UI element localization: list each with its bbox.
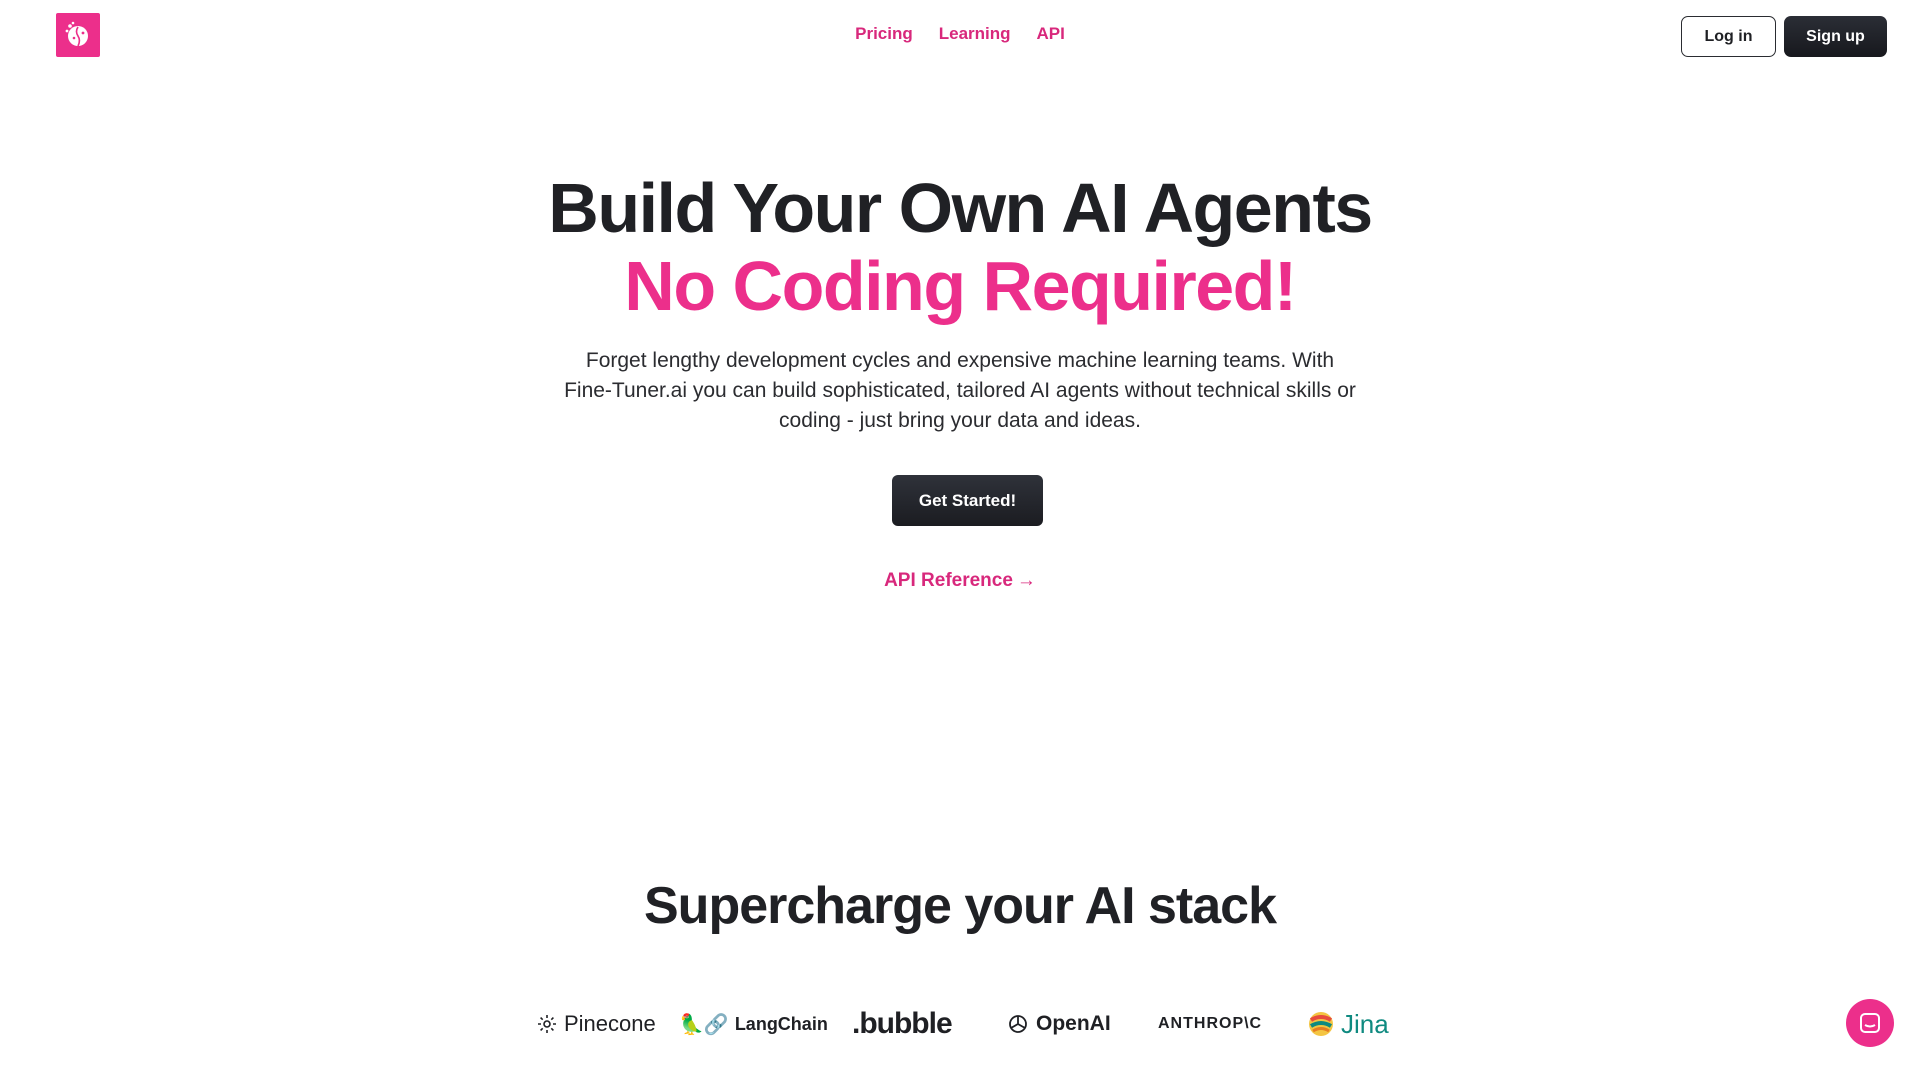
chat-icon — [1860, 1013, 1880, 1033]
signup-button[interactable]: Sign up — [1784, 16, 1887, 57]
openai-icon — [1009, 1015, 1027, 1033]
brand-name: Jina — [1341, 1008, 1389, 1039]
brand-openai: OpenAI — [1006, 1009, 1111, 1039]
brand-anthropic: ANTHROP\C — [1158, 1009, 1262, 1039]
hero-subtitle: No Coding Required! — [624, 247, 1297, 325]
arrow-right-icon: → — [1016, 570, 1036, 591]
brand-name: Pinecone — [564, 1011, 656, 1036]
nav-links: Pricing Learning API — [0, 24, 1920, 44]
api-reference-label: API Reference — [884, 570, 1013, 591]
jina-icon — [1309, 1012, 1333, 1036]
brand-pinecone: Pinecone — [536, 1009, 656, 1039]
nav-link-pricing[interactable]: Pricing — [855, 24, 913, 44]
nav-link-learning[interactable]: Learning — [939, 24, 1011, 44]
langchain-icon: 🦜🔗 — [679, 1013, 729, 1036]
login-button[interactable]: Log in — [1681, 16, 1776, 57]
chat-button[interactable] — [1846, 999, 1894, 1047]
nav-link-api[interactable]: API — [1037, 24, 1065, 44]
brand-name: LangChain — [734, 1013, 828, 1034]
brand-name: OpenAI — [1036, 1012, 1111, 1035]
brand-bubble: .bubble — [852, 1007, 953, 1040]
partner-logos: Pinecone 🦜🔗 LangChain .bubble OpenAI ANT… — [0, 1003, 1920, 1043]
stack-title: Supercharge your AI stack — [644, 877, 1277, 935]
brand-jina: Jina — [1307, 1009, 1389, 1039]
pinecone-icon — [538, 1015, 556, 1033]
brand-langchain: 🦜🔗 LangChain — [679, 1009, 828, 1039]
get-started-button[interactable]: Get Started! — [892, 475, 1043, 526]
api-reference-link[interactable]: API Reference → — [0, 570, 1920, 592]
top-navigation: Pricing Learning API Log in Sign up — [0, 0, 1920, 72]
brand-name: ANTHROP\C — [1158, 1015, 1263, 1032]
brand-name: .bubble — [852, 1007, 953, 1040]
hero-description: Forget lengthy development cycles and ex… — [564, 349, 1356, 432]
